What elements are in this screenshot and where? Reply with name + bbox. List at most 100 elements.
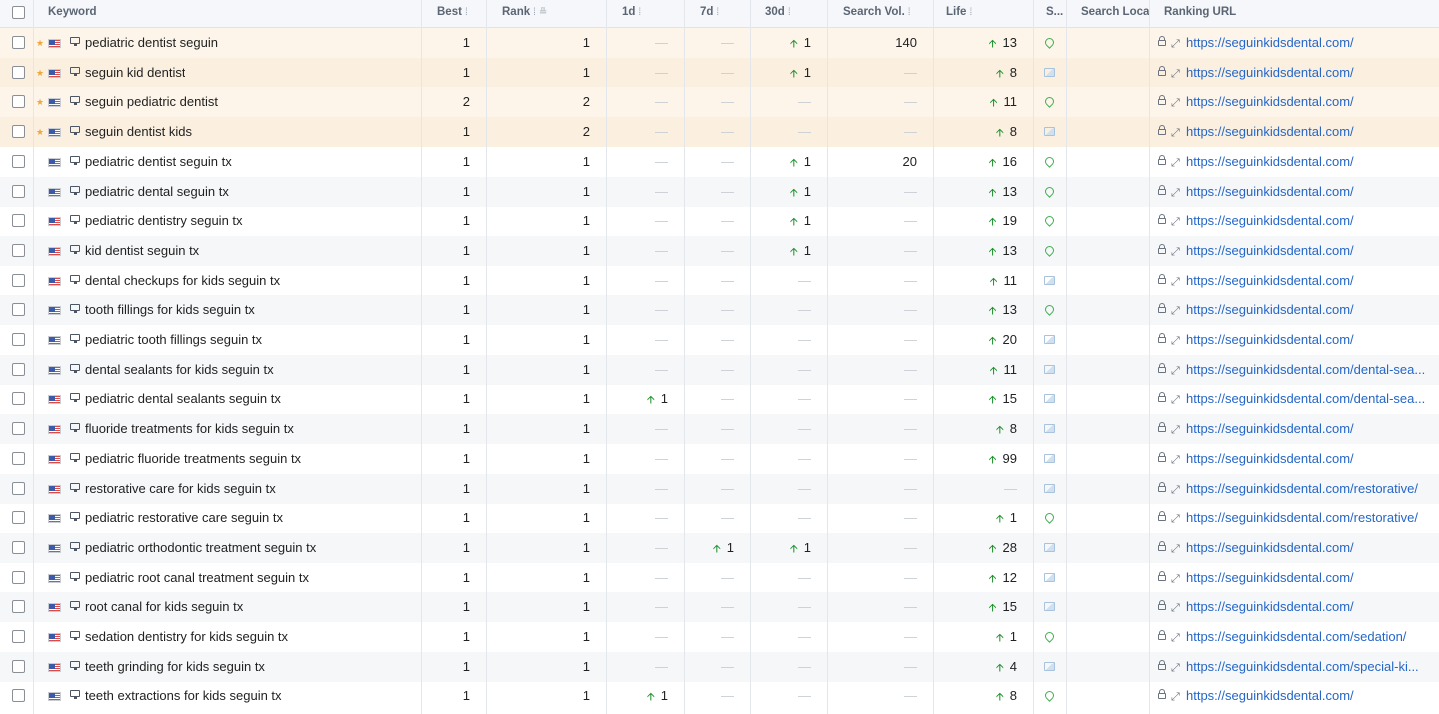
table-row[interactable]: pediatric tooth fillings seguin tx 1 1 — — — —… <box>0 325 1439 355</box>
table-row[interactable]: pediatric dental seguin tx 1 1— — 🡩 1— 🡩 13 ⤢ htt… <box>0 176 1439 207</box>
row-checkbox[interactable] <box>12 659 25 673</box>
row-checkbox[interactable] <box>12 273 25 287</box>
expand-icon[interactable]: ⤢ <box>1171 603 1181 614</box>
keyword-cell[interactable]: pediatric fluoride treatments seguin tx <box>85 444 301 474</box>
expand-icon[interactable]: ⤢ <box>1171 336 1181 347</box>
expand-icon[interactable]: ⤢ <box>1171 692 1181 703</box>
map-pin-icon[interactable] <box>1043 214 1056 228</box>
col-30d[interactable]: 30d ⁞ <box>759 0 827 27</box>
lock-icon[interactable] <box>1158 243 1166 254</box>
ranking-url-link[interactable]: https://seguinkidsdental.com/ <box>1186 154 1354 169</box>
row-checkbox[interactable] <box>12 689 25 703</box>
lock-icon[interactable] <box>1158 125 1166 136</box>
lock-icon[interactable] <box>1158 600 1166 611</box>
row-checkbox[interactable] <box>12 65 25 79</box>
expand-icon[interactable]: ⤢ <box>1171 217 1181 228</box>
expand-icon[interactable]: ⤢ <box>1171 425 1181 436</box>
keyword-cell[interactable]: pediatric dentist seguin <box>85 28 218 58</box>
ranking-url-link[interactable]: https://seguinkidsdental.com/ <box>1186 65 1354 80</box>
keyword-cell[interactable]: dental sealants for kids seguin tx <box>85 355 274 385</box>
keyword-cell[interactable]: teeth grinding for kids seguin tx <box>85 652 265 682</box>
ranking-url-link[interactable]: https://seguinkidsdental.com/ <box>1186 599 1354 614</box>
image-icon[interactable] <box>1044 275 1055 285</box>
table-row[interactable]: sedation dentistry for kids seguin tx 1 1 —… <box>0 622 1439 652</box>
row-checkbox[interactable] <box>12 630 25 643</box>
image-icon[interactable] <box>1044 424 1055 434</box>
ranking-url-link[interactable]: https://seguinkidsdental.com/ <box>1186 570 1354 585</box>
keyword-cell[interactable]: teeth extractions for kids seguin tx <box>85 681 282 711</box>
table-row[interactable]: pediatric orthodontic treatment seguin t… <box>0 532 1439 563</box>
keyword-cell[interactable]: pediatric root canal treatment seguin tx <box>85 563 309 593</box>
row-checkbox[interactable] <box>12 451 25 465</box>
image-icon[interactable] <box>1044 661 1055 671</box>
keyword-cell[interactable]: seguin dentist kids <box>85 117 192 147</box>
expand-icon[interactable]: ⤢ <box>1171 276 1181 287</box>
ranking-url-link[interactable]: https://seguinkidsdental.com/ <box>1186 35 1354 50</box>
expand-icon[interactable]: ⤢ <box>1171 187 1181 198</box>
map-pin-icon[interactable] <box>1043 184 1056 198</box>
ranking-url-link[interactable]: https://seguinkidsdental.com/ <box>1186 688 1354 703</box>
expand-icon[interactable]: ⤢ <box>1171 306 1181 317</box>
col-keyword[interactable]: Keyword <box>42 0 420 27</box>
ranking-url-link[interactable]: https://seguinkidsdental.com/ <box>1186 243 1354 258</box>
expand-icon[interactable]: ⤢ <box>1171 68 1181 79</box>
col-search-location[interactable]: Search Locati <box>1075 0 1149 27</box>
lock-icon[interactable] <box>1158 154 1166 165</box>
expand-icon[interactable]: ⤢ <box>1171 484 1181 495</box>
lock-icon[interactable] <box>1158 481 1166 492</box>
keyword-cell[interactable]: root canal for kids seguin tx <box>85 592 243 622</box>
table-row[interactable]: fluoride treatments for kids seguin tx 1 1… <box>0 414 1439 445</box>
ranking-url-link[interactable]: https://seguinkidsdental.com/ <box>1186 273 1354 288</box>
lock-icon[interactable] <box>1158 540 1166 551</box>
row-checkbox[interactable] <box>12 511 25 525</box>
ranking-url-link[interactable]: https://seguinkidsdental.com/restorative… <box>1186 510 1418 525</box>
expand-icon[interactable]: ⤢ <box>1171 633 1181 644</box>
star-icon[interactable]: ★ <box>36 58 44 88</box>
table-row[interactable]: pediatric fluoride treatments seguin tx 1… <box>0 444 1439 474</box>
lock-icon[interactable] <box>1158 451 1166 462</box>
table-row[interactable]: dental sealants for kids seguin tx 1 1— — — —… <box>0 354 1439 385</box>
expand-icon[interactable]: ⤢ <box>1171 514 1181 525</box>
select-all-checkbox[interactable] <box>12 6 25 19</box>
table-row[interactable]: pediatric dentist seguin tx 1 1— — 🡩 1 20 🡩 16 ⤢ h… <box>0 147 1439 177</box>
col-life[interactable]: Life ⁞ <box>940 0 1032 27</box>
ranking-url-link[interactable]: https://seguinkidsdental.com/ <box>1186 302 1354 317</box>
keyword-cell[interactable]: seguin pediatric dentist <box>85 87 218 117</box>
table-row[interactable]: pediatric dental sealants seguin tx 1 1 🡩 1—… <box>0 384 1439 414</box>
map-pin-icon[interactable] <box>1043 511 1056 525</box>
star-icon[interactable]: ★ <box>36 28 44 58</box>
row-checkbox[interactable] <box>12 392 25 406</box>
map-pin-icon[interactable] <box>1043 689 1056 703</box>
row-checkbox[interactable] <box>12 600 25 614</box>
expand-icon[interactable]: ⤢ <box>1171 128 1181 139</box>
map-pin-icon[interactable] <box>1043 630 1056 643</box>
lock-icon[interactable] <box>1158 303 1166 314</box>
row-checkbox[interactable] <box>12 125 25 139</box>
keyword-cell[interactable]: kid dentist seguin tx <box>85 236 199 266</box>
keyword-cell[interactable]: pediatric dentistry seguin tx <box>85 206 243 236</box>
col-serp[interactable]: S... <box>1042 0 1066 27</box>
row-checkbox[interactable] <box>12 303 25 317</box>
keyword-cell[interactable]: pediatric orthodontic treatment seguin t… <box>85 533 316 563</box>
row-checkbox[interactable] <box>12 154 25 168</box>
expand-icon[interactable]: ⤢ <box>1171 395 1181 406</box>
lock-icon[interactable] <box>1158 392 1166 403</box>
table-row[interactable]: teeth grinding for kids seguin tx 1 1 — — — — 🡩… <box>0 651 1439 682</box>
table-row[interactable]: teeth extractions for kids seguin tx 1 1 🡩 1… <box>0 681 1439 711</box>
lock-icon[interactable] <box>1158 214 1166 225</box>
keyword-cell[interactable]: fluoride treatments for kids seguin tx <box>85 414 294 444</box>
map-pin-icon[interactable] <box>1043 244 1056 257</box>
map-pin-icon[interactable] <box>1043 154 1056 168</box>
table-row[interactable]: pediatric root canal treatment seguin tx… <box>0 563 1439 593</box>
keyword-cell[interactable]: pediatric dental sealants seguin tx <box>85 384 281 414</box>
image-icon[interactable] <box>1044 394 1055 404</box>
image-icon[interactable] <box>1044 127 1055 137</box>
keyword-cell[interactable]: restorative care for kids seguin tx <box>85 474 276 504</box>
expand-icon[interactable]: ⤢ <box>1171 98 1181 109</box>
ranking-url-link[interactable]: https://seguinkidsdental.com/ <box>1186 213 1354 228</box>
expand-icon[interactable]: ⤢ <box>1171 454 1181 465</box>
image-icon[interactable] <box>1044 572 1055 582</box>
ranking-url-link[interactable]: https://seguinkidsdental.com/ <box>1186 451 1354 466</box>
table-row[interactable]: pediatric dentistry seguin tx 1 1— — 🡩 1— 🡩 19 ⤢… <box>0 206 1439 236</box>
lock-icon[interactable] <box>1158 689 1166 700</box>
